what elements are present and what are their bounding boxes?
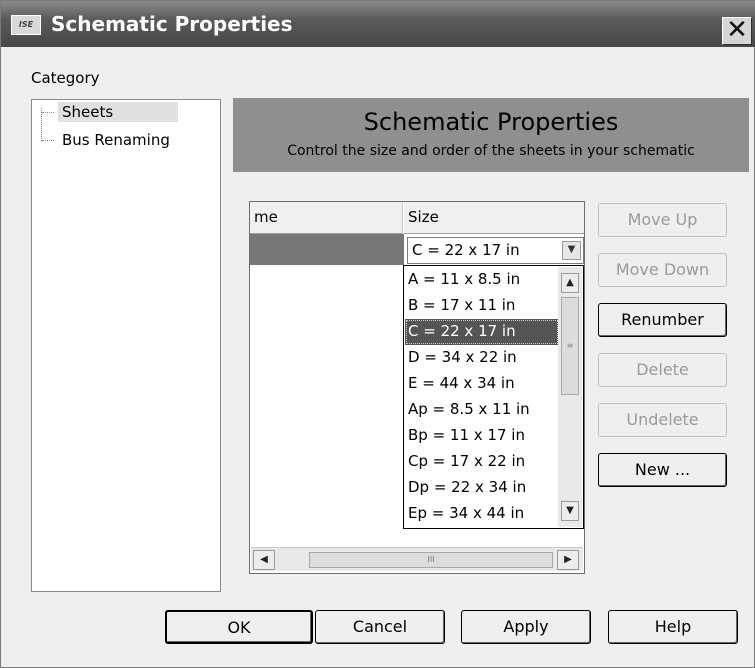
sheet-size-select[interactable]: C = 22 x 17 in ▼	[407, 237, 584, 264]
horizontal-scrollbar[interactable]: ◀ III ▶	[251, 547, 583, 571]
header-banner: Schematic Properties Control the size an…	[233, 98, 749, 172]
new-button[interactable]: New ...	[598, 453, 727, 487]
close-icon[interactable]: ✕	[722, 17, 752, 45]
dropdown-option[interactable]: Ap = 8.5 x 11 in	[405, 397, 559, 423]
scroll-right-icon[interactable]: ▶	[557, 550, 579, 570]
scroll-down-icon[interactable]: ▼	[561, 501, 579, 521]
dropdown-scrollbar[interactable]: ▲ ≡ ▼	[558, 267, 582, 527]
undelete-button[interactable]: Undelete	[598, 403, 727, 437]
dropdown-option[interactable]: Bp = 11 x 17 in	[405, 423, 559, 449]
dropdown-option[interactable]: D = 34 x 22 in	[405, 345, 559, 371]
move-down-button[interactable]: Move Down	[598, 253, 727, 287]
help-button[interactable]: Help	[608, 610, 738, 644]
apply-button[interactable]: Apply	[461, 610, 591, 644]
sheet-size-value: C = 22 x 17 in	[412, 241, 520, 259]
cancel-button[interactable]: Cancel	[315, 610, 445, 644]
renumber-button[interactable]: Renumber	[598, 303, 727, 337]
dropdown-option[interactable]: Dp = 22 x 34 in	[405, 475, 559, 501]
scroll-thumb[interactable]: III	[309, 552, 553, 568]
dropdown-option[interactable]: A = 11 x 8.5 in	[405, 267, 559, 293]
scroll-left-icon[interactable]: ◀	[253, 550, 275, 570]
dropdown-option[interactable]: Ep = 34 x 44 in	[405, 501, 559, 527]
resize-grip-icon[interactable]	[736, 649, 748, 661]
size-dropdown-list[interactable]: A = 11 x 8.5 in B = 17 x 11 in C = 22 x …	[403, 265, 584, 529]
tree-item-bus-renaming[interactable]: Bus Renaming	[58, 130, 174, 150]
dropdown-option-selected[interactable]: C = 22 x 17 in	[405, 319, 559, 345]
sheet-name-cell[interactable]	[250, 234, 404, 265]
scroll-up-icon[interactable]: ▲	[561, 273, 579, 293]
header-subtitle: Control the size and order of the sheets…	[287, 143, 695, 159]
delete-button[interactable]: Delete	[598, 353, 727, 387]
category-tree: Sheets Bus Renaming	[31, 99, 221, 592]
chevron-down-icon[interactable]: ▼	[562, 241, 581, 260]
tree-item-sheets[interactable]: Sheets	[58, 102, 178, 122]
move-up-button[interactable]: Move Up	[598, 203, 727, 237]
app-icon: ISE	[11, 15, 41, 35]
column-header-name[interactable]: me	[250, 202, 403, 234]
schematic-properties-dialog: ISE Schematic Properties ✕ Category Shee…	[0, 0, 755, 668]
tree-branch	[42, 112, 54, 113]
ok-button[interactable]: OK	[165, 610, 313, 644]
dropdown-option[interactable]: Cp = 17 x 22 in	[405, 449, 559, 475]
tree-branch	[42, 140, 54, 141]
category-label: Category	[31, 69, 100, 87]
dropdown-scroll-thumb[interactable]: ≡	[561, 297, 579, 395]
header-title: Schematic Properties	[363, 108, 619, 136]
title-bar: ISE Schematic Properties ✕	[1, 1, 755, 47]
column-header-size[interactable]: Size	[404, 202, 584, 234]
window-title: Schematic Properties	[51, 12, 293, 36]
dropdown-option[interactable]: B = 17 x 11 in	[405, 293, 559, 319]
dropdown-option[interactable]: E = 44 x 34 in	[405, 371, 559, 397]
